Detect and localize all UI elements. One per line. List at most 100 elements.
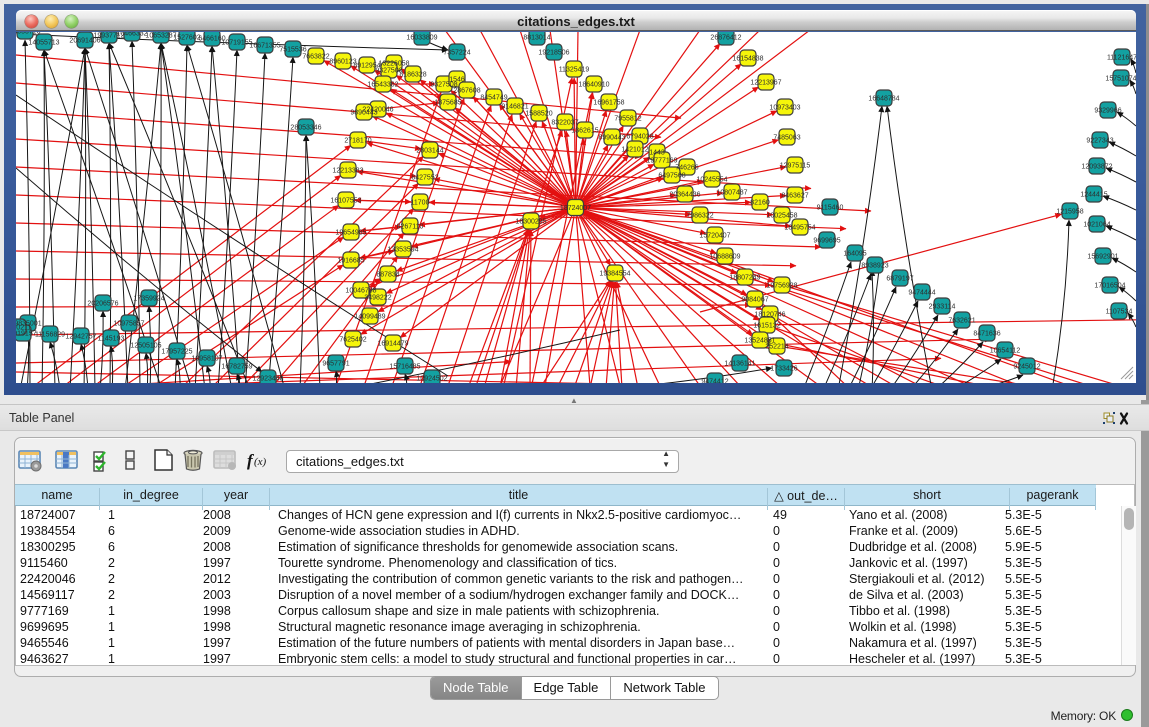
svg-text:1546: 1546	[449, 76, 465, 83]
svg-text:10046788: 10046788	[345, 287, 376, 294]
svg-text:26876412: 26876412	[710, 34, 741, 41]
svg-text:1362615: 1362615	[571, 127, 598, 134]
svg-text:1421012: 1421012	[621, 146, 648, 153]
svg-text:19777169: 19777169	[646, 157, 677, 164]
svg-text:2803144: 2803144	[416, 147, 443, 154]
svg-text:9146821: 9146821	[501, 103, 528, 110]
svg-text:12923448: 12923448	[252, 375, 283, 382]
svg-text:10025458: 10025458	[766, 212, 797, 219]
svg-text:6497568: 6497568	[658, 172, 685, 179]
svg-text:17957225: 17957225	[161, 348, 192, 355]
svg-text:1875685: 1875685	[434, 99, 461, 106]
svg-text:12505105: 12505105	[130, 342, 161, 349]
svg-text:82160: 82160	[750, 199, 770, 206]
svg-text:10924502: 10924502	[416, 375, 447, 382]
svg-text:16033809: 16033809	[406, 34, 437, 41]
svg-text:16107553: 16107553	[330, 197, 361, 204]
svg-text:887834: 887834	[376, 271, 399, 278]
svg-text:16782759: 16782759	[221, 363, 252, 370]
svg-text:1244415: 1244415	[1080, 191, 1107, 198]
svg-text:19384554: 19384554	[599, 270, 630, 277]
svg-text:6879197: 6879197	[886, 275, 913, 282]
svg-text:16648784: 16648784	[868, 95, 899, 102]
svg-text:252214: 252214	[765, 343, 788, 350]
svg-text:28053346: 28053346	[290, 124, 321, 131]
svg-text:19218506: 19218506	[538, 49, 569, 56]
svg-text:1588520: 1588520	[525, 110, 552, 117]
svg-text:12213383: 12213383	[332, 167, 363, 174]
svg-text:13353594: 13353594	[387, 246, 418, 253]
svg-text:15692901: 15692901	[1087, 253, 1118, 260]
svg-text:1527602: 1527602	[173, 34, 200, 41]
svg-text:19654985: 19654985	[335, 229, 366, 236]
svg-text:14055713: 14055713	[16, 32, 41, 35]
svg-text:17359924: 17359924	[133, 295, 164, 302]
svg-text:18640910: 18640910	[578, 81, 609, 88]
svg-text:9245012: 9245012	[1013, 363, 1040, 370]
svg-text:12975115: 12975115	[780, 162, 811, 169]
svg-text:10653287: 10653287	[145, 32, 176, 39]
svg-text:13226058: 13226058	[378, 60, 409, 67]
svg-text:1215958: 1215958	[1056, 208, 1083, 215]
svg-text:2933114: 2933114	[929, 303, 956, 310]
svg-text:14099489: 14099489	[354, 313, 385, 320]
svg-text:7625402: 7625402	[339, 336, 366, 343]
svg-text:3919157: 3919157	[16, 330, 37, 337]
svg-text:14055713: 14055713	[28, 39, 59, 46]
svg-text:12942757: 12942757	[65, 333, 96, 340]
svg-text:7986322: 7986322	[686, 212, 713, 219]
svg-text:11156829: 11156829	[35, 331, 65, 338]
svg-text:17016504: 17016504	[1094, 282, 1125, 289]
svg-text:10466332: 10466332	[116, 32, 147, 37]
svg-text:9227343: 9227343	[1086, 137, 1113, 144]
svg-text:9890443: 9890443	[350, 109, 377, 116]
svg-text:7515536: 7515536	[279, 46, 306, 53]
svg-text:9115460: 9115460	[817, 204, 844, 211]
svg-text:10719155: 10719155	[221, 39, 252, 46]
svg-text:15716485: 15716485	[389, 363, 420, 370]
svg-text:7955812: 7955812	[614, 115, 641, 122]
svg-text:10245554: 10245554	[696, 176, 727, 183]
svg-text:7632621: 7632621	[948, 317, 975, 324]
svg-text:14136141: 14136141	[724, 360, 755, 367]
svg-text:16914479: 16914479	[377, 340, 408, 347]
svg-text:19756928: 19756928	[766, 282, 797, 289]
svg-text:8186328: 8186328	[399, 71, 426, 78]
svg-text:16154838: 16154838	[732, 55, 763, 62]
svg-text:8938923: 8938923	[861, 262, 888, 269]
svg-text:6794028: 6794028	[626, 133, 653, 140]
svg-text:20206576: 20206576	[87, 300, 118, 307]
svg-text:9474444: 9474444	[908, 289, 935, 296]
svg-text:164095: 164095	[843, 250, 866, 257]
svg-text:1916685: 1916685	[337, 257, 364, 264]
svg-text:7663822: 7663822	[302, 53, 329, 60]
svg-text:9699695: 9699695	[813, 237, 840, 244]
svg-text:11325419: 11325419	[559, 66, 590, 73]
svg-text:8471636: 8471636	[973, 330, 1000, 337]
svg-text:16961758: 16961758	[593, 99, 624, 106]
svg-text:1145193: 1145193	[98, 335, 125, 342]
svg-text:1443: 1443	[649, 149, 665, 156]
svg-text:746266: 746266	[675, 164, 698, 171]
svg-text:8454749: 8454749	[480, 94, 507, 101]
svg-text:9329966: 9329966	[1094, 107, 1121, 114]
svg-text:11121647: 11121647	[1107, 54, 1136, 61]
svg-text:8990443: 8990443	[598, 134, 625, 141]
svg-text:10688609: 10688609	[709, 253, 740, 260]
svg-text:18300295: 18300295	[515, 218, 546, 225]
svg-text:2867608: 2867608	[453, 87, 480, 94]
svg-text:7485063: 7485063	[773, 134, 800, 141]
svg-text:5190211: 5190211	[16, 324, 31, 331]
svg-text:7357224: 7357224	[443, 49, 470, 56]
svg-text:1021064: 1021064	[1083, 221, 1110, 228]
svg-text:1733426: 1733426	[770, 365, 797, 372]
svg-text:10958107: 10958107	[191, 355, 222, 362]
svg-text:10654112: 10654112	[990, 347, 1021, 354]
svg-text:10807487: 10807487	[716, 189, 747, 196]
svg-text:12093872: 12093872	[1081, 163, 1112, 170]
svg-text:18120746: 18120746	[754, 311, 785, 318]
svg-text:9657791: 9657791	[322, 360, 349, 367]
svg-text:10975857: 10975857	[113, 320, 144, 327]
svg-text:1107534: 1107534	[1106, 308, 1133, 315]
svg-text:10973403: 10973403	[769, 104, 800, 111]
